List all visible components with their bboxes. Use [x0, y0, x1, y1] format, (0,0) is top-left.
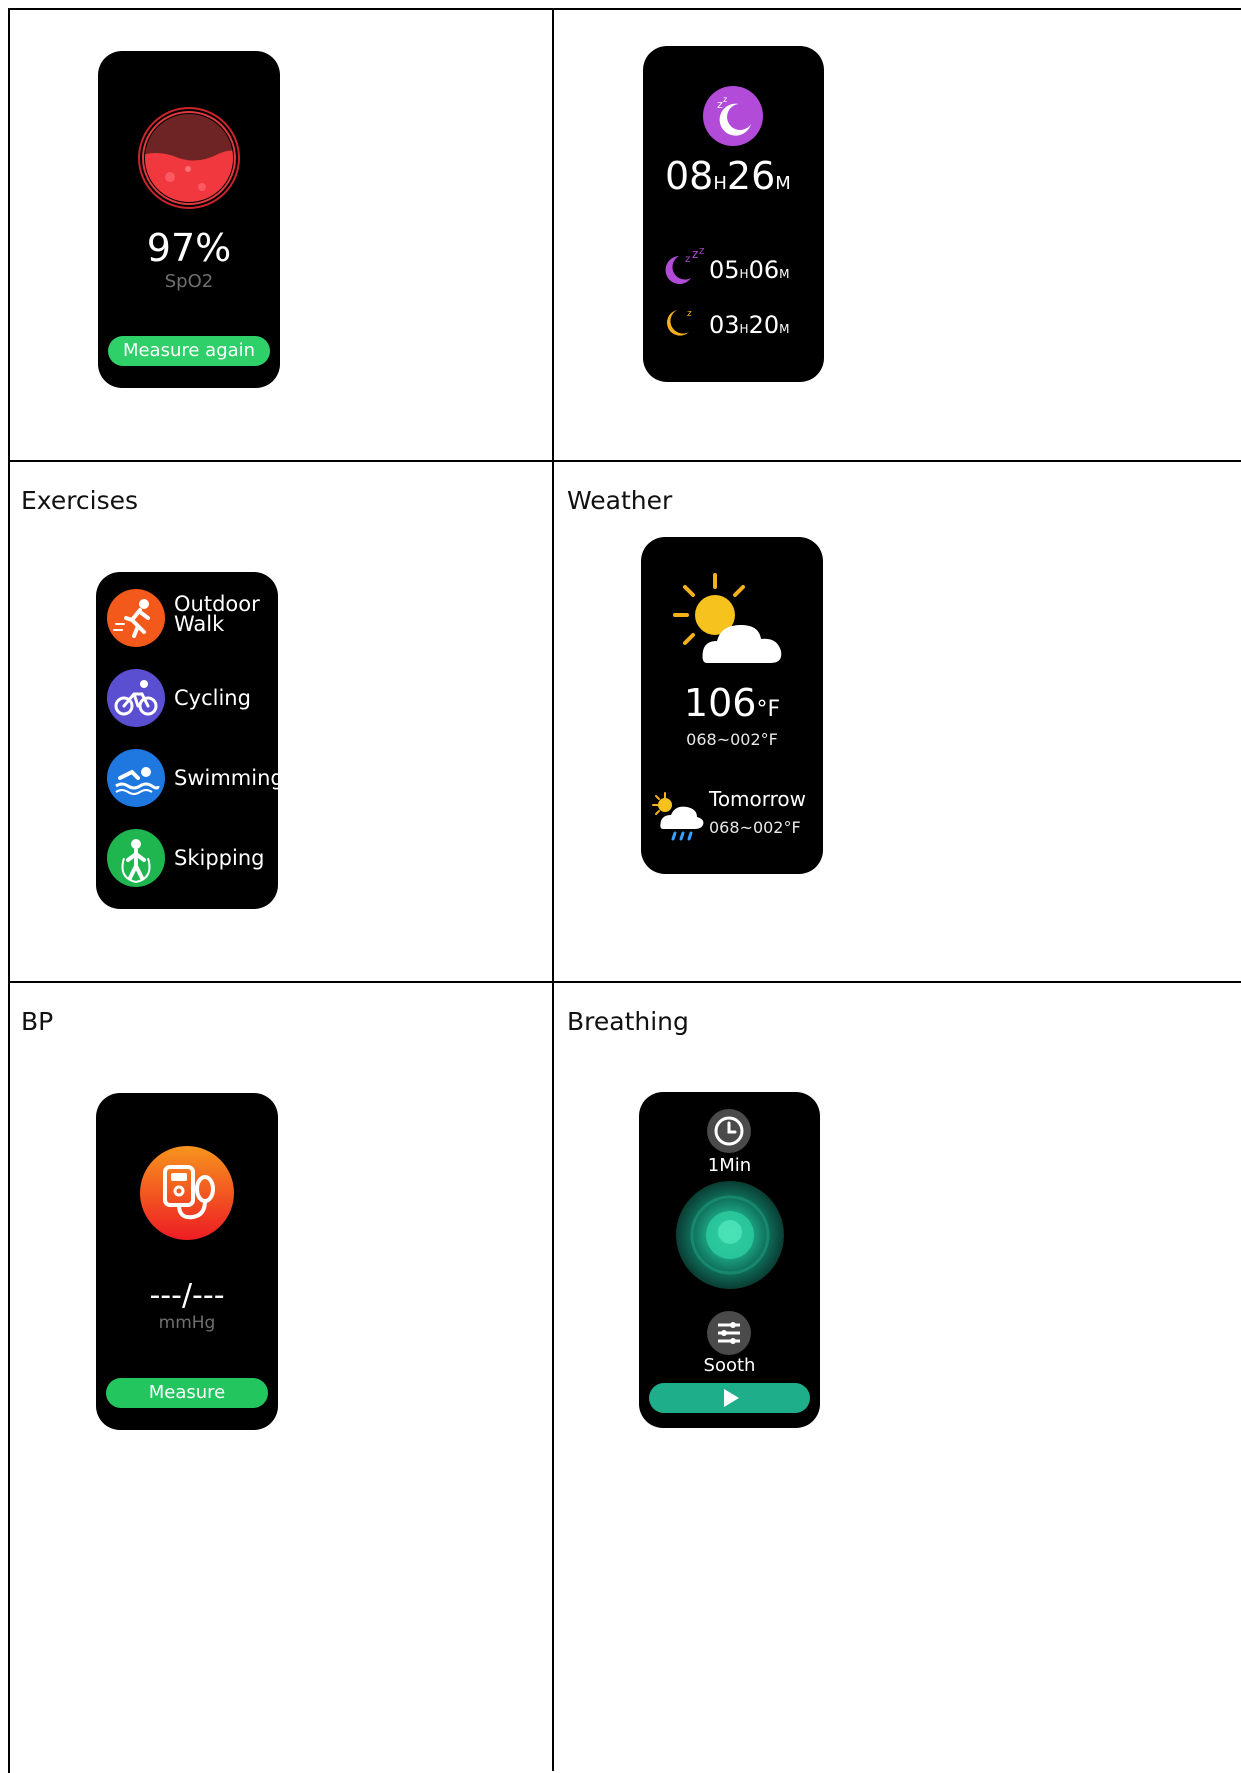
deep-sleep-minutes: 06	[748, 256, 780, 284]
column-divider	[552, 8, 554, 1771]
hour-unit: H	[739, 322, 749, 336]
svg-text:z: z	[723, 95, 727, 104]
breathing-mode: Sooth	[703, 1355, 756, 1376]
breathing-orb-icon	[676, 1181, 784, 1289]
minute-unit: M	[779, 267, 790, 281]
rainy-cloud-icon	[652, 792, 704, 841]
start-button[interactable]	[649, 1383, 810, 1413]
cycling-icon	[107, 669, 165, 727]
spo2-unit: SpO2	[164, 271, 214, 292]
sleep-moon-icon: z z	[703, 86, 763, 146]
sleep-total-minutes: 26	[726, 154, 776, 198]
exercise-label-line: Outdoor	[174, 592, 260, 616]
skipping-icon	[107, 829, 165, 887]
weather-today-range: 068~002°F	[686, 730, 778, 749]
temperature-value: 106	[683, 681, 757, 725]
deep-sleep-icon: z z Z	[665, 248, 705, 284]
sleep-total: 08H26M	[665, 154, 791, 198]
hour-unit: H	[713, 173, 727, 194]
deep-sleep-duration: 05H06M	[709, 256, 789, 284]
light-sleep-duration: 03H20M	[709, 311, 789, 339]
cell-label-breathing: Breathing	[567, 1007, 689, 1036]
svg-text:z: z	[687, 309, 692, 319]
sliders-icon[interactable]	[706, 1310, 752, 1356]
cell-label-bp: BP	[21, 1007, 54, 1036]
exercise-item-swimming[interactable]: Swimming	[106, 748, 278, 812]
sunny-cloudy-icon	[673, 573, 782, 663]
measure-button[interactable]: Measure	[106, 1378, 268, 1408]
blood-drop-gauge-icon	[138, 107, 240, 209]
bp-value: ---/---	[149, 1278, 225, 1313]
walk-icon	[107, 589, 165, 647]
breathing-screen: 1Min Sooth	[639, 1092, 820, 1428]
row-divider	[8, 981, 1241, 983]
hour-unit: H	[739, 267, 749, 281]
exercise-item-cycling[interactable]: Cycling	[106, 668, 276, 732]
exercises-screen: Outdoor Walk Cycling Swimming Skipping	[96, 572, 278, 909]
exercise-item-outdoor-walk[interactable]: Outdoor Walk	[106, 588, 276, 652]
bp-unit: mmHg	[158, 1313, 216, 1333]
weather-temperature: 106°F	[641, 681, 823, 725]
svg-text:z: z	[685, 254, 690, 265]
light-sleep-hours: 03	[709, 311, 740, 339]
spo2-screen: 97% SpO2 Measure again	[98, 51, 280, 388]
spo2-value: 97%	[146, 226, 232, 270]
blood-pressure-monitor-icon	[140, 1146, 234, 1240]
deep-sleep-hours: 05	[709, 256, 740, 284]
row-divider	[8, 460, 1241, 462]
exercise-label-skipping: Skipping	[174, 846, 265, 870]
tomorrow-label: Tomorrow	[709, 787, 807, 811]
clock-icon[interactable]	[706, 1108, 752, 1154]
svg-text:Z: Z	[699, 248, 705, 256]
exercise-label-cycling: Cycling	[174, 686, 251, 710]
tomorrow-range: 068~002°F	[709, 818, 801, 837]
breathing-duration: 1Min	[707, 1155, 752, 1176]
minute-unit: M	[775, 173, 791, 194]
cell-label-weather: Weather	[567, 486, 673, 515]
cell-label-exercises: Exercises	[21, 486, 139, 515]
exercise-label-line: Walk	[174, 612, 225, 636]
swimming-icon	[107, 749, 165, 807]
minute-unit: M	[779, 322, 790, 336]
exercise-label-swimming: Swimming	[174, 766, 278, 790]
temperature-unit: °F	[756, 697, 781, 722]
light-sleep-icon: z	[666, 309, 692, 336]
exercise-item-skipping[interactable]: Skipping	[106, 828, 276, 892]
bp-screen: ---/--- mmHg Measure	[96, 1093, 278, 1430]
light-sleep-minutes: 20	[748, 311, 780, 339]
sleep-total-hours: 08	[665, 154, 714, 198]
play-icon	[724, 1389, 739, 1407]
svg-text:z: z	[692, 248, 698, 261]
weather-screen: 106°F 068~002°F Tomorrow 068~002°F	[641, 537, 823, 874]
measure-again-button[interactable]: Measure again	[108, 336, 270, 366]
sleep-screen: z z 08H26M z z Z 05H06M z 03H20M	[643, 46, 824, 382]
exercise-label-outdoor-walk: Outdoor Walk	[174, 592, 260, 636]
